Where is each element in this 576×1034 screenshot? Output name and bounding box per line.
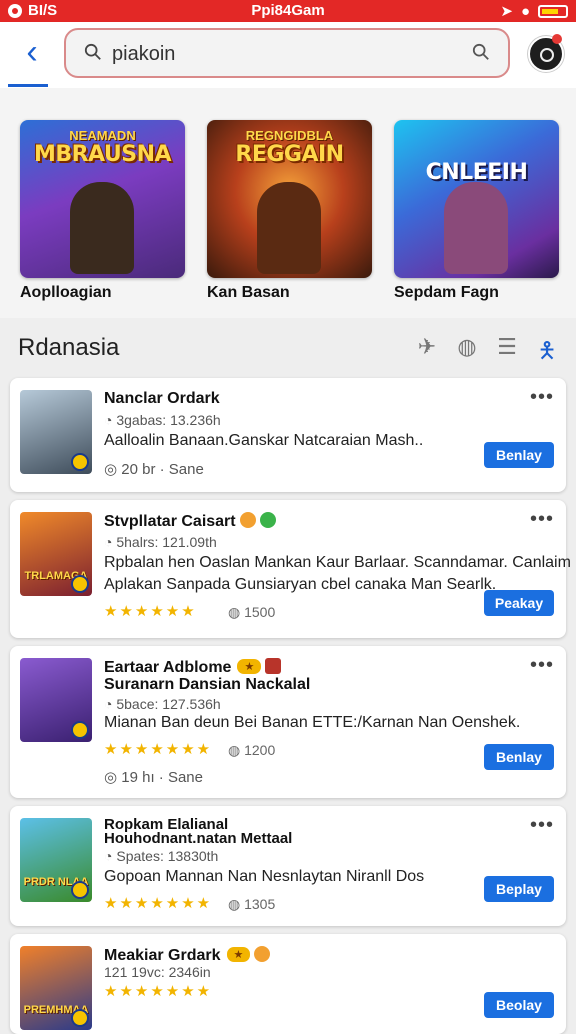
featured-label: Aoplloagian (20, 284, 112, 301)
more-options-icon[interactable]: ••• (530, 508, 554, 531)
app-description: Aalloalin Banaan.Ganskar Natcaraian Mash… (104, 432, 424, 449)
featured-label: Sepdam Fagn (394, 284, 499, 301)
review-count: ◍ 1200 (228, 742, 276, 758)
chevron-left-icon: ‹ (26, 33, 38, 71)
play-button[interactable]: Peakay (484, 590, 554, 616)
app-list-item[interactable]: PREMHMAA Meakiar Grdark ★ 121 19vc: 2346i… (10, 934, 566, 1034)
more-options-icon[interactable]: ••• (530, 654, 554, 677)
app-thumbnail: TRLAMAGA (20, 512, 92, 596)
app-meta: ◔ 5halrs: 121.09th (104, 534, 217, 550)
app-name: Nanclar Ordark (104, 390, 220, 407)
app-list-item[interactable]: Eartaar Adblome ★ Suranarn Dansian Nackal… (10, 646, 566, 798)
character-figure (70, 182, 134, 274)
notification-dot (552, 34, 562, 44)
featured-art: NEAMADN MBRAUSNA (20, 120, 185, 278)
signal-icon: ● (520, 2, 530, 20)
app-thumbnail (20, 658, 92, 742)
face-emoji-icon (254, 946, 271, 962)
app-age: ◎ 19 hı · Sane (104, 769, 203, 786)
more-options-icon[interactable]: ••• (530, 814, 554, 837)
featured-art-title: REGGAIN (235, 142, 344, 167)
app-name: Meakiar Grdark (104, 947, 221, 964)
app-list-item[interactable]: TRLAMAGA Stvpllatar Caisart ◔ 5halrs: 12… (10, 500, 571, 638)
status-bar: BI/S Ppi84Gam ➤ ● (0, 0, 576, 22)
character-figure (257, 182, 321, 274)
app-description: Gopoan Mannan Nan Nesnlaytan Niranll Dos (104, 868, 425, 885)
badge-icon: ★ (226, 947, 251, 962)
coin-icon (71, 453, 89, 471)
star-rating: ★★★★★★ (104, 603, 197, 620)
review-count: ◍ 1305 (228, 896, 276, 912)
play-button[interactable]: Beplay (484, 876, 554, 902)
app-thumbnail (20, 390, 92, 474)
play-button[interactable]: Benlay (484, 442, 554, 468)
cactus-emoji-icon (259, 512, 276, 528)
location-icon: ➤ (500, 3, 513, 20)
back-underline (8, 84, 48, 87)
star-rating: ★★★★★★★ (104, 983, 213, 1000)
featured-card[interactable]: REGNGIDBLA REGGAIN Kan Basan (207, 120, 372, 302)
more-options-icon[interactable]: ••• (530, 386, 554, 409)
status-center-text: Ppi84Gam (251, 2, 325, 19)
battery-icon (538, 4, 568, 18)
review-count: ◍ 1500 (228, 604, 276, 620)
search-submit-icon[interactable] (472, 43, 490, 61)
app-name-row: Meakiar Grdark ★ (104, 946, 271, 965)
globe-icon[interactable]: ◍ (454, 334, 480, 372)
star-rating: ★★★★★★★ (104, 895, 213, 912)
featured-art: CNLEEIH (394, 120, 559, 278)
app-name: Ropkam Elalianal Houhodnant.natan Mettaa… (104, 816, 293, 847)
app-name-secondary: Suranarn Dansian Nackalal (104, 676, 311, 693)
app-name: Eartaar Adblome (104, 659, 232, 676)
person-icon[interactable]: 🯅 (534, 334, 560, 372)
badge-icon: ★ (237, 659, 262, 674)
app-description: Rpbalan hen Oaslan Mankan Kaur Barlaar. … (104, 554, 571, 571)
app-meta: ◔ 5bace: 127.536h (104, 696, 221, 712)
app-description: Mianan Ban deun Bei Banan ETTE:/Karnan N… (104, 714, 521, 731)
featured-card[interactable]: CNLEEIH Sepdam Fagn (394, 120, 559, 302)
coin-icon (71, 881, 89, 899)
app-meta: ◔ Spates: 13830th (104, 848, 219, 864)
character-figure (444, 182, 508, 274)
search-input[interactable] (110, 38, 454, 70)
gift-emoji-icon (265, 658, 282, 674)
app-name-row: Eartaar Adblome ★ (104, 658, 282, 677)
featured-art-subtitle: NEAMADN (69, 128, 136, 143)
app-thumbnail: PREMHMAA (20, 946, 92, 1030)
app-list-item[interactable]: Nanclar Ordark ◔ 3gabas: 13.236h Aalloal… (10, 378, 566, 492)
featured-art: REGNGIDBLA REGGAIN (207, 120, 372, 278)
play-button[interactable]: Benlay (484, 744, 554, 770)
search-bar[interactable] (64, 28, 510, 78)
app-meta: 121 19vc: 2346in (104, 964, 211, 980)
featured-art-title: MBRAUSNA (33, 142, 172, 167)
app-description: Aplakan Sanpada Gunsiaryan cbel canaka M… (104, 576, 497, 593)
face-emoji-icon (239, 512, 256, 528)
coin-icon (71, 1009, 89, 1027)
featured-section: NEAMADN MBRAUSNA Aoplloagian REGNGIDBLA … (0, 88, 576, 318)
app-thumbnail: PRDR NLAA (20, 818, 92, 902)
featured-card[interactable]: NEAMADN MBRAUSNA Aoplloagian (20, 120, 185, 302)
app-meta: ◔ 3gabas: 13.236h (104, 412, 221, 428)
back-button[interactable]: ‹ (14, 32, 50, 76)
star-rating: ★★★★★★★ (104, 741, 213, 758)
coin-icon (71, 721, 89, 739)
app-name-row: Stvpllatar Caisart (104, 512, 276, 531)
app-age: ◎ 20 br · Sane (104, 461, 204, 478)
app-name: Stvpllatar Caisart (104, 513, 236, 530)
featured-label: Kan Basan (207, 284, 290, 301)
search-icon (84, 43, 101, 60)
list-icon[interactable]: ☰ (494, 334, 520, 372)
section-title: Rdanasia (18, 334, 120, 361)
play-button[interactable]: Beolay (484, 992, 554, 1018)
coin-icon (71, 575, 89, 593)
app-list-item[interactable]: PRDR NLAA Ropkam Elalianal Houhodnant.na… (10, 806, 566, 926)
bird-icon[interactable]: ✈ (414, 334, 440, 372)
featured-art-subtitle: REGNGIDBLA (245, 128, 334, 143)
app-header: ‹ (0, 22, 576, 88)
section-toolbar: ✈ ◍ ☰ 🯅 (414, 334, 560, 372)
